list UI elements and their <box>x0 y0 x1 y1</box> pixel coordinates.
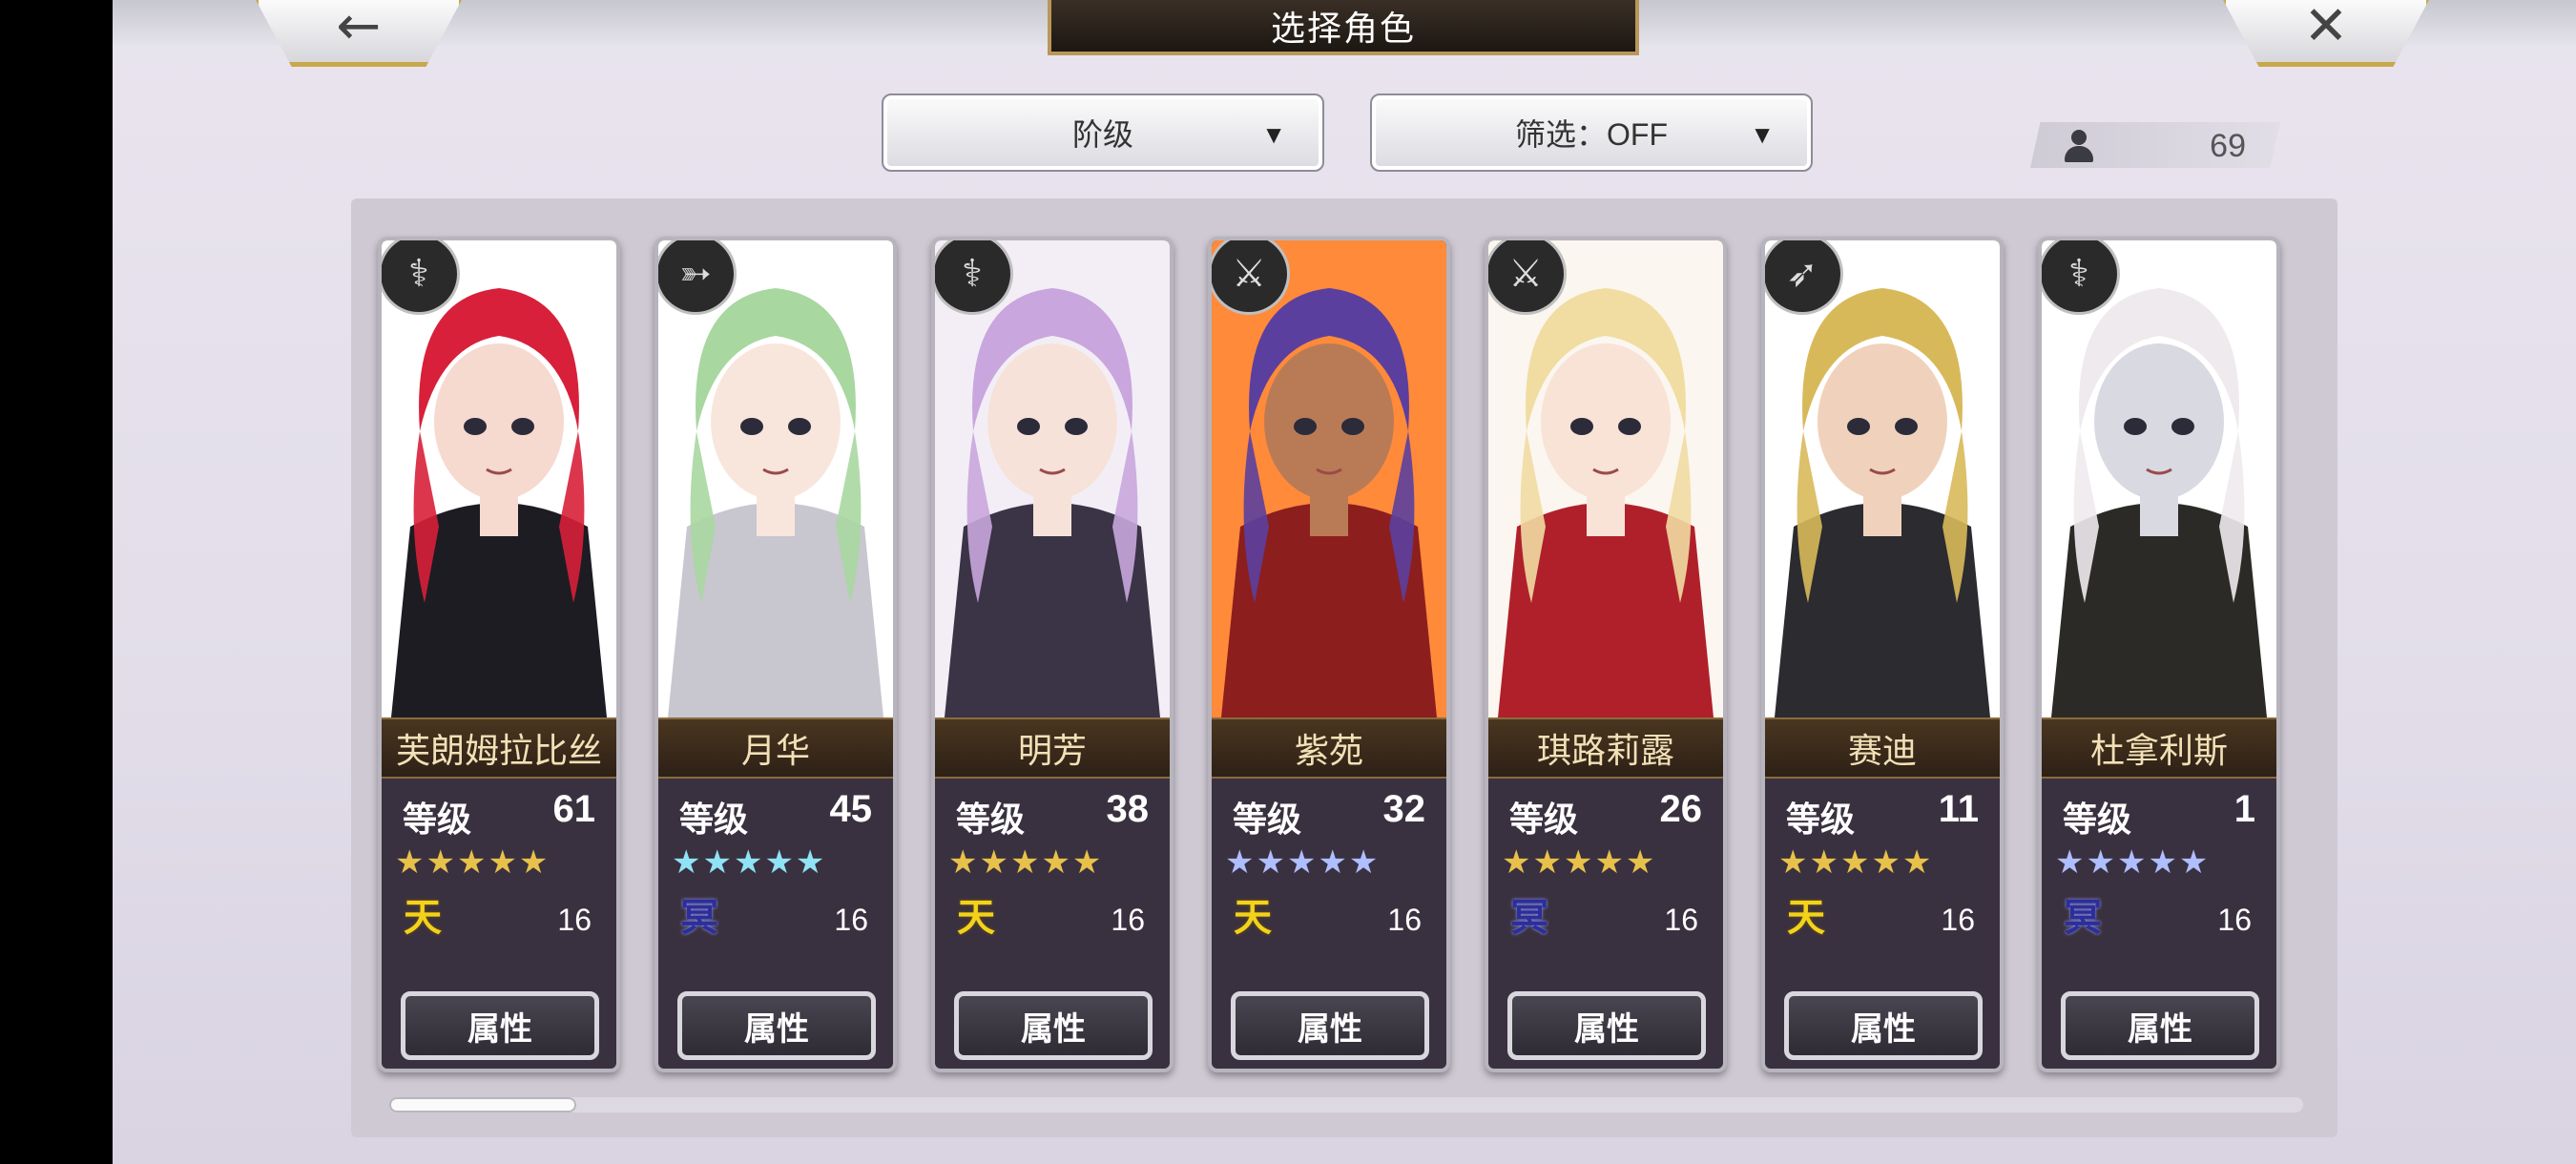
character-stats: 等级 26 ★★★★★ 冥 16 属性 <box>1488 777 1723 1069</box>
character-name: 紫苑 <box>1212 717 1446 779</box>
character-stats: 等级 61 ★★★★★ 天 16 属性 <box>382 777 616 1069</box>
attribute-button[interactable]: 属性 <box>954 991 1153 1060</box>
cost-value: 16 <box>2217 903 2252 937</box>
character-card[interactable]: ➶ 赛迪 等级 11 ★★★★★ 天 16 属性 <box>1761 237 2004 1072</box>
level-value: 26 <box>1659 788 1703 830</box>
rarity-stars: ★★★★★ <box>395 843 551 882</box>
element-icon: 天 <box>404 895 442 940</box>
character-name: 杜拿利斯 <box>2042 717 2276 779</box>
staff-icon: ⚕ <box>382 240 460 315</box>
roster-count: 69 <box>2030 122 2280 168</box>
character-card[interactable]: ⚕ 明芳 等级 38 ★★★★★ 天 16 属性 <box>931 237 1174 1072</box>
page-title: 选择角色 <box>1048 0 1639 55</box>
element-icon: 天 <box>1787 895 1825 940</box>
level-label: 等级 <box>1509 800 1579 839</box>
person-icon <box>2065 130 2093 162</box>
rarity-stars: ★★★★★ <box>1502 843 1657 882</box>
character-name: 月华 <box>658 717 893 779</box>
character-stats: 等级 11 ★★★★★ 天 16 属性 <box>1765 777 2000 1069</box>
close-icon: ✕ <box>2303 0 2349 57</box>
level-label: 等级 <box>956 800 1026 839</box>
character-card[interactable]: ⚔ 琪路莉露 等级 26 ★★★★★ 冥 16 属性 <box>1485 237 1727 1072</box>
attribute-button[interactable]: 属性 <box>1784 991 1983 1060</box>
chevron-down-icon: ▼ <box>1261 120 1286 149</box>
character-card[interactable]: ⚕ 杜拿利斯 等级 1 ★★★★★ 冥 16 属性 <box>2038 237 2280 1072</box>
character-stats: 等级 45 ★★★★★ 冥 16 属性 <box>658 777 893 1069</box>
sword-icon: ⚔ <box>1212 240 1290 315</box>
level-value: 45 <box>829 788 873 830</box>
character-card[interactable]: ➳ 月华 等级 45 ★★★★★ 冥 16 属性 <box>654 237 897 1072</box>
staff-icon: ⚕ <box>935 240 1013 315</box>
element-icon: 冥 <box>680 895 718 940</box>
level-label: 等级 <box>679 800 749 839</box>
close-button[interactable]: ✕ <box>2221 0 2431 67</box>
character-card[interactable]: ⚕ 芙朗姆拉比丝 等级 61 ★★★★★ 天 16 属性 <box>378 237 620 1072</box>
rarity-stars: ★★★★★ <box>948 843 1104 882</box>
rarity-stars: ★★★★★ <box>1225 843 1381 882</box>
filter-dropdown-label: 筛选：OFF <box>1515 117 1668 152</box>
attribute-button[interactable]: 属性 <box>401 991 599 1060</box>
attribute-button[interactable]: 属性 <box>2061 991 2259 1060</box>
level-label: 等级 <box>2063 800 2132 839</box>
chevron-down-icon: ▼ <box>1750 120 1775 149</box>
scrollbar-thumb[interactable] <box>389 1097 576 1112</box>
character-name: 明芳 <box>935 717 1170 779</box>
attribute-button[interactable]: 属性 <box>1231 991 1429 1060</box>
character-name: 芙朗姆拉比丝 <box>382 717 616 779</box>
element-icon: 天 <box>957 895 995 940</box>
bow-icon: ➳ <box>658 240 737 315</box>
element-icon: 冥 <box>1510 895 1548 940</box>
staff-icon: ⚕ <box>2042 240 2120 315</box>
rarity-stars: ★★★★★ <box>2055 843 2211 882</box>
level-label: 等级 <box>1786 800 1856 839</box>
rarity-stars: ★★★★★ <box>1778 843 1934 882</box>
level-label: 等级 <box>1233 800 1302 839</box>
character-stats: 等级 1 ★★★★★ 冥 16 属性 <box>2042 777 2276 1069</box>
cost-value: 16 <box>834 903 868 937</box>
cost-value: 16 <box>557 903 592 937</box>
character-select-screen: ← 选择角色 ✕ 阶级 ▼ 筛选：OFF ▼ 69 ⚕ 芙朗姆拉比丝 等级 61… <box>113 0 2576 1164</box>
cost-value: 16 <box>1941 903 1975 937</box>
sort-dropdown[interactable]: 阶级 ▼ <box>882 94 1324 172</box>
attribute-button[interactable]: 属性 <box>1507 991 1706 1060</box>
character-stats: 等级 38 ★★★★★ 天 16 属性 <box>935 777 1170 1069</box>
back-button[interactable]: ← <box>254 0 464 67</box>
character-card-panel: ⚕ 芙朗姆拉比丝 等级 61 ★★★★★ 天 16 属性 ➳ 月华 等级 45 … <box>351 198 2337 1137</box>
character-name: 赛迪 <box>1765 717 2000 779</box>
element-icon: 冥 <box>2064 895 2102 940</box>
roster-count-value: 69 <box>2210 128 2246 164</box>
sword-icon: ⚔ <box>1488 240 1567 315</box>
cost-value: 16 <box>1387 903 1422 937</box>
horizontal-scrollbar[interactable] <box>389 1097 2303 1112</box>
character-stats: 等级 32 ★★★★★ 天 16 属性 <box>1212 777 1446 1069</box>
sort-dropdown-label: 阶级 <box>1071 117 1133 152</box>
level-value: 11 <box>1938 788 1979 830</box>
attribute-button[interactable]: 属性 <box>677 991 876 1060</box>
spear-icon: ➶ <box>1765 240 1843 315</box>
level-label: 等级 <box>403 800 472 839</box>
cost-value: 16 <box>1111 903 1145 937</box>
rarity-stars: ★★★★★ <box>672 843 827 882</box>
character-card-list: ⚕ 芙朗姆拉比丝 等级 61 ★★★★★ 天 16 属性 ➳ 月华 等级 45 … <box>351 198 2337 1137</box>
cost-value: 16 <box>1664 903 1698 937</box>
filter-dropdown[interactable]: 筛选：OFF ▼ <box>1370 94 1813 172</box>
element-icon: 天 <box>1234 895 1272 940</box>
character-name: 琪路莉露 <box>1488 717 1723 779</box>
back-arrow-icon: ← <box>336 0 382 57</box>
level-value: 61 <box>552 788 596 830</box>
level-value: 38 <box>1106 788 1150 830</box>
character-card[interactable]: ⚔ 紫苑 等级 32 ★★★★★ 天 16 属性 <box>1208 237 1450 1072</box>
level-value: 1 <box>2233 788 2255 830</box>
level-value: 32 <box>1382 788 1426 830</box>
